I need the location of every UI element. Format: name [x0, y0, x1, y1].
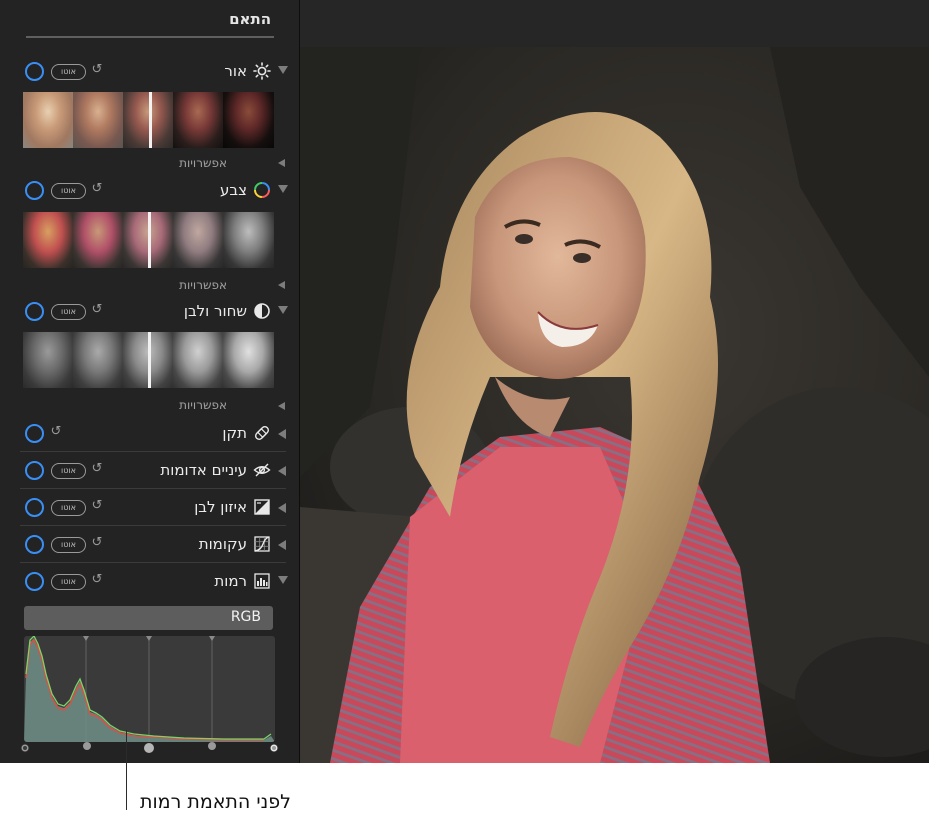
auto-button[interactable]: אוטו	[51, 183, 86, 199]
levels-channel-popup[interactable]: RGB	[24, 606, 273, 630]
eye-slash-icon	[253, 463, 271, 477]
section-levels[interactable]: רמות ↺ אוטו	[0, 569, 299, 595]
portrait-photo	[300, 47, 929, 763]
levels-icon	[254, 573, 270, 589]
divider	[20, 562, 286, 563]
section-curves[interactable]: עקומות ↺ אוטו	[0, 532, 299, 558]
enable-toggle[interactable]	[25, 572, 44, 591]
chevron-left-icon[interactable]	[278, 429, 286, 439]
section-curves-label: עקומות	[198, 535, 247, 553]
light-slider-marker[interactable]	[149, 92, 152, 148]
histogram-graph	[24, 636, 275, 742]
options-arrow-icon[interactable]	[278, 281, 285, 289]
section-levels-label: רמות	[214, 572, 247, 590]
section-bw-label: שחור ולבן	[183, 302, 247, 320]
levels-histogram[interactable]	[24, 636, 275, 742]
chevron-down-icon[interactable]	[278, 66, 288, 74]
color-options-link[interactable]: אפשרויות	[179, 278, 227, 292]
section-color-label: צבע	[220, 181, 247, 199]
photo-canvas[interactable]	[300, 47, 929, 763]
auto-button[interactable]: אוטו	[51, 64, 86, 80]
title-underline	[26, 36, 274, 38]
revert-icon[interactable]: ↺	[90, 303, 104, 317]
section-white-balance[interactable]: איזון לבן ↺ אוטו	[0, 495, 299, 521]
chevron-left-icon[interactable]	[278, 466, 286, 476]
panel-title: התאם	[229, 10, 271, 28]
levels-channel-label: RGB	[230, 609, 261, 625]
enable-toggle[interactable]	[25, 498, 44, 517]
revert-icon[interactable]: ↺	[90, 182, 104, 196]
options-arrow-icon[interactable]	[278, 159, 285, 167]
section-redeye-label: עיניים אדומות	[160, 461, 247, 479]
options-arrow-icon[interactable]	[278, 402, 285, 410]
section-black-white[interactable]: שחור ולבן ↺ אוטו	[0, 299, 299, 325]
levels-handles[interactable]	[18, 738, 280, 758]
callout-leader-line	[126, 730, 127, 810]
half-circle-icon	[254, 303, 270, 319]
photos-adjust-window: התאם אור ↺ אוטו אפשרויות צבע ↺ אוטו אפשר…	[0, 0, 929, 763]
chevron-down-icon[interactable]	[278, 306, 288, 314]
enable-toggle[interactable]	[25, 181, 44, 200]
enable-toggle[interactable]	[25, 302, 44, 321]
callout-label: לפני התאמת רמות	[140, 791, 291, 813]
auto-button[interactable]: אוטו	[51, 574, 86, 590]
revert-icon[interactable]: ↺	[49, 425, 63, 439]
chevron-down-icon[interactable]	[278, 185, 288, 193]
revert-icon[interactable]: ↺	[90, 573, 104, 587]
color-wheel-icon	[254, 182, 270, 198]
section-light-label: אור	[224, 62, 247, 80]
section-retouch[interactable]: תקן ↺	[0, 421, 299, 447]
photo-toolbar	[300, 0, 929, 47]
revert-icon[interactable]: ↺	[90, 536, 104, 550]
revert-icon[interactable]: ↺	[90, 63, 104, 77]
enable-toggle[interactable]	[25, 461, 44, 480]
enable-toggle[interactable]	[25, 424, 44, 443]
white-balance-icon	[254, 499, 270, 515]
auto-button[interactable]: אוטו	[51, 500, 86, 516]
bw-options-link[interactable]: אפשרויות	[179, 398, 227, 412]
curves-icon	[254, 536, 270, 552]
bandage-icon	[254, 425, 270, 441]
enable-toggle[interactable]	[25, 535, 44, 554]
divider	[20, 488, 286, 489]
adjust-sidebar: התאם אור ↺ אוטו אפשרויות צבע ↺ אוטו אפשר…	[0, 0, 300, 763]
chevron-left-icon[interactable]	[278, 503, 286, 513]
divider	[20, 525, 286, 526]
levels-handles-graphic	[20, 742, 279, 753]
divider	[20, 451, 286, 452]
sun-icon	[253, 62, 271, 80]
bw-slider-marker[interactable]	[148, 332, 151, 388]
bw-thumbnail-strip[interactable]	[23, 332, 274, 388]
chevron-down-icon[interactable]	[278, 576, 288, 584]
color-slider-marker[interactable]	[148, 212, 151, 268]
auto-button[interactable]: אוטו	[51, 537, 86, 553]
color-thumbnail-strip[interactable]	[23, 212, 274, 268]
enable-toggle[interactable]	[25, 62, 44, 81]
section-retouch-label: תקן	[222, 424, 247, 442]
section-wb-label: איזון לבן	[194, 498, 247, 516]
revert-icon[interactable]: ↺	[90, 499, 104, 513]
section-red-eye[interactable]: עיניים אדומות ↺ אוטו	[0, 458, 299, 484]
section-light[interactable]: אור ↺ אוטו	[0, 59, 299, 85]
light-thumbnail-strip[interactable]	[23, 92, 274, 148]
revert-icon[interactable]: ↺	[90, 462, 104, 476]
chevron-left-icon[interactable]	[278, 540, 286, 550]
auto-button[interactable]: אוטו	[51, 304, 86, 320]
section-color[interactable]: צבע ↺ אוטו	[0, 178, 299, 204]
auto-button[interactable]: אוטו	[51, 463, 86, 479]
light-options-link[interactable]: אפשרויות	[179, 156, 227, 170]
